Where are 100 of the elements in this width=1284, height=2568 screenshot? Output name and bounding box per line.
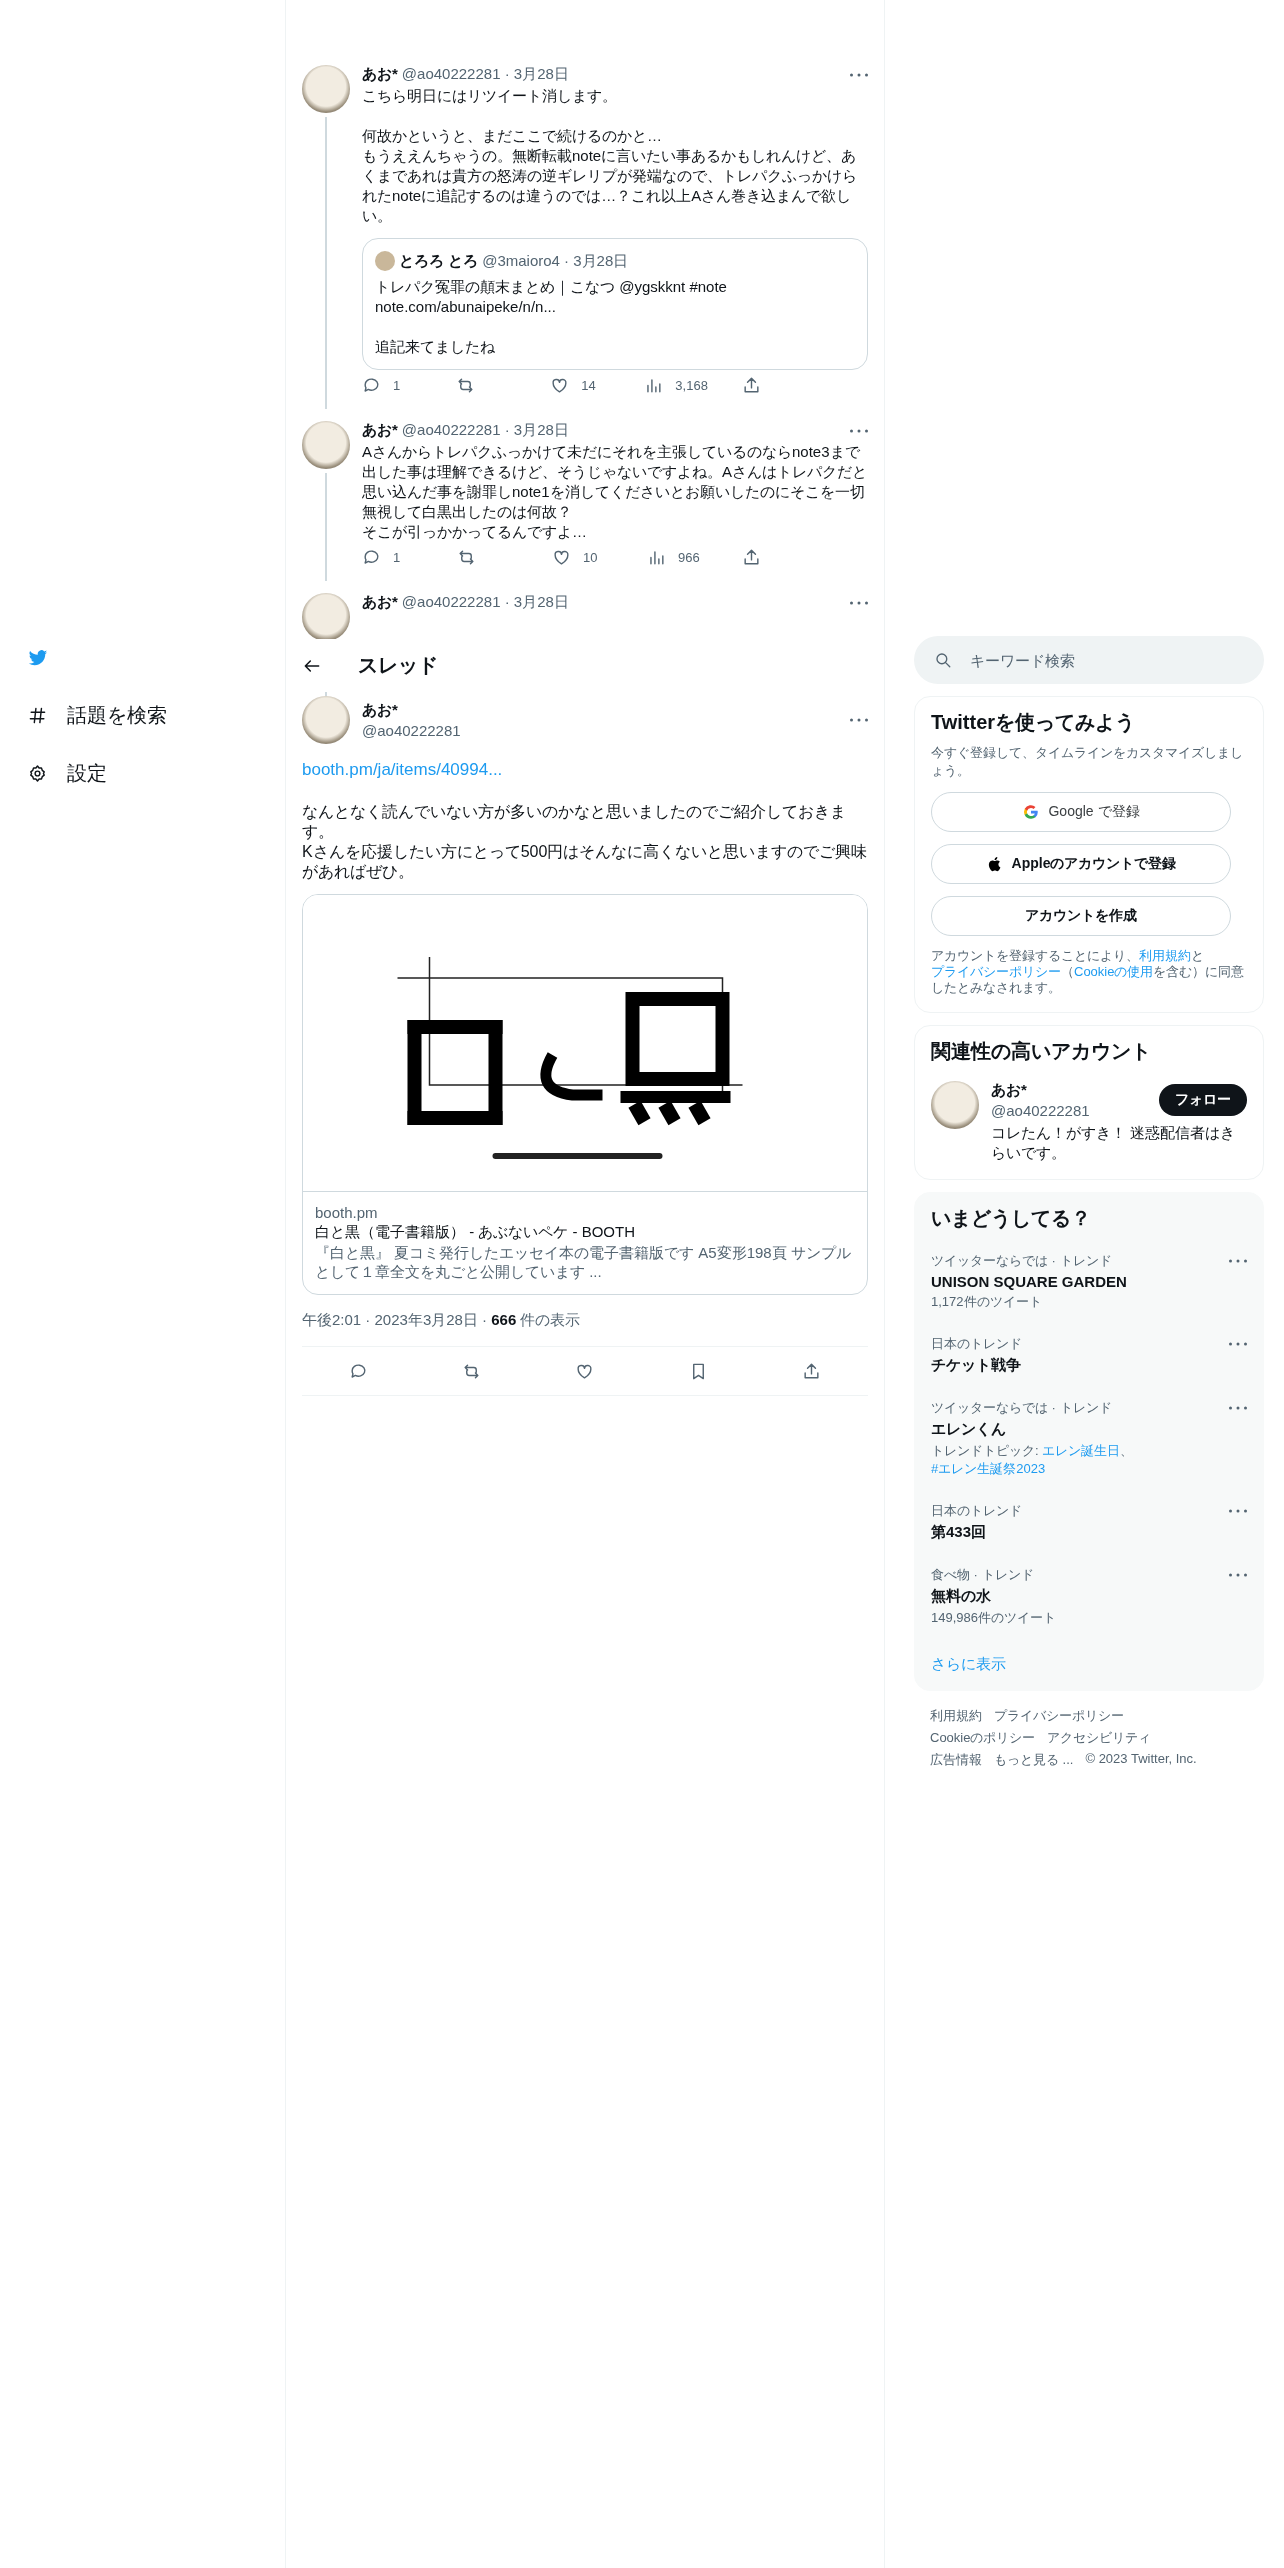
- follow-button[interactable]: フォロー: [1159, 1084, 1247, 1116]
- avatar[interactable]: [931, 1081, 979, 1129]
- trend-name[interactable]: UNISON SQUARE GARDEN: [931, 1273, 1221, 1290]
- retweet-button[interactable]: [462, 1361, 482, 1381]
- trend-name[interactable]: エレンくん: [931, 1420, 1221, 1439]
- quoted-text: 追記来てましたね: [375, 337, 496, 357]
- tweet-text: そこが引っかかってるんですよ…: [362, 522, 588, 542]
- share-icon: [742, 376, 761, 395]
- user-name[interactable]: あお*: [362, 701, 461, 720]
- footer-link[interactable]: アクセシビリティ: [1047, 1729, 1152, 1747]
- footer-link[interactable]: プライバシーポリシー: [994, 1707, 1124, 1725]
- avatar[interactable]: [302, 696, 350, 744]
- tweet-text: なんとなく読んでいない方が多いのかなと思いましたのでご紹介しておきます。: [302, 802, 847, 842]
- handle-and-date: @3maioro4 · 3月28日: [482, 251, 629, 271]
- user-name[interactable]: あお*: [362, 65, 398, 84]
- more-icon[interactable]: [1229, 1341, 1247, 1347]
- quoted-tweet[interactable]: とろろ とろ @3maioro4 · 3月28日 トレパク冤罪の顛末まとめ｜こなつ @ygskknt #note note.com/abunaipeke/n/n... 追記来てましたね: [362, 238, 868, 370]
- reply-button[interactable]: 1: [362, 376, 422, 395]
- trend-context: 日本のトレンド: [931, 1335, 1023, 1353]
- heart-icon: [552, 548, 571, 567]
- more-icon[interactable]: [850, 71, 868, 78]
- more-icon[interactable]: [1229, 1258, 1247, 1264]
- bar-chart-icon: [647, 548, 666, 567]
- footer-link[interactable]: 広告情報: [930, 1751, 982, 1769]
- tweet-text: こちら明日にはリツイート消します。: [362, 86, 618, 106]
- search-field[interactable]: キーワード検索: [914, 636, 1264, 684]
- more-icon[interactable]: [850, 427, 868, 434]
- user-name: とろろ とろ: [399, 251, 479, 271]
- card-title: 白と黒（電子書籍版） - あぶないペケ - BOOTH: [315, 1223, 636, 1242]
- panel-subtitle: 今すぐ登録して、タイムラインをカスタマイズしましょう。: [931, 744, 1244, 780]
- tweet-count: 1,172件のツイート: [931, 1293, 1043, 1311]
- nav-item[interactable]: 設定: [28, 744, 107, 802]
- avatar[interactable]: [302, 593, 350, 639]
- trend-context: 日本のトレンド: [931, 1502, 1023, 1520]
- user-name[interactable]: あお*: [362, 593, 398, 612]
- views-button[interactable]: 3,168: [644, 376, 708, 395]
- search-icon: [934, 651, 952, 669]
- bar-chart-icon: [644, 376, 664, 395]
- handle-and-date: @ao40222281 · 3月28日: [401, 421, 569, 440]
- handle-and-date: @ao40222281 · 3月28日: [401, 65, 569, 84]
- views-button[interactable]: 966: [647, 548, 707, 567]
- link-card[interactable]: booth.pm 白と黒（電子書籍版） - あぶないペケ - BOOTH 『白と黒』 夏コミ発行したエッセイ本の電子書籍版です A5変形198頁 サンプルとして１章全文を丸ごと公開しています ...: [302, 894, 868, 1295]
- card-description: 『白と黒』 夏コミ発行したエッセイ本の電子書籍版です A5変形198頁 サンプルとして１章全文を丸ごと公開しています ...: [315, 1244, 852, 1282]
- panel-title: いまどうしてる？: [931, 1206, 1092, 1231]
- nav-item[interactable]: 話題を検索: [28, 686, 167, 744]
- trend-name[interactable]: チケット戦争: [931, 1356, 1221, 1375]
- avatar: [375, 251, 395, 271]
- tweet-text: Aさんからトレパクふっかけて未だにそれを主張しているのならnote3まで出した事は理解できるけど、そうじゃないですよね。Aさんはトレパクだと思い込んだ事を謝罪しnote1を消してくださいとお願いしたのにそこを一切無視して白黒出したのは何故？: [362, 442, 868, 522]
- retweet-icon: [462, 1361, 482, 1381]
- bird-logo-icon[interactable]: [28, 648, 48, 668]
- footer-link[interactable]: © 2023 Twitter, Inc.: [1085, 1751, 1197, 1769]
- more-icon[interactable]: [850, 717, 868, 723]
- more-icon[interactable]: [1229, 1405, 1247, 1411]
- trend-name[interactable]: 第433回: [931, 1523, 1221, 1542]
- more-icon[interactable]: [850, 599, 868, 606]
- user-bio: コレたん！がすき！ 迷惑配信者はきらいです。: [991, 1123, 1237, 1163]
- footer-link[interactable]: 利用規約: [930, 1707, 982, 1725]
- legal-notice: アカウントを登録することにより、利用規約 と プライバシーポリシー（Cookieの使用を含む）に同意したとみなされます。: [931, 948, 1246, 996]
- like-button[interactable]: 14: [550, 376, 611, 395]
- tweet-count: 149,986件のツイート: [931, 1609, 1057, 1627]
- footer-link[interactable]: もっと見る ...: [994, 1751, 1074, 1769]
- trend-context: 食べ物 · トレンド: [931, 1566, 1035, 1584]
- trend-context: ツイッターならでは · トレンド: [931, 1399, 1113, 1417]
- share-button[interactable]: [801, 1361, 821, 1381]
- create-signup-button[interactable]: アカウントを作成: [931, 896, 1231, 936]
- page-title: スレッド: [358, 653, 438, 678]
- avatar[interactable]: [302, 65, 350, 113]
- tweet-timestamp: 午後2:01 · 2023年3月28日 · 666 件の表示: [302, 1311, 582, 1330]
- avatar[interactable]: [302, 421, 350, 469]
- trend-name[interactable]: 無料の水: [931, 1587, 1221, 1606]
- more-icon[interactable]: [1229, 1508, 1247, 1514]
- more-icon[interactable]: [1229, 1572, 1247, 1578]
- user-name[interactable]: あお*: [362, 421, 398, 440]
- tweet-text: 何故かというと、まだここで続けるのかと…: [362, 126, 663, 146]
- quoted-text: トレパク冤罪の顛末まとめ｜こなつ @ygskknt #note: [375, 277, 728, 297]
- share-icon: [742, 548, 761, 567]
- panel-title: 関連性の高いアカウント: [931, 1039, 1152, 1064]
- user-name[interactable]: あお*: [991, 1081, 1090, 1100]
- panel-title: Twitterを使ってみよう: [931, 710, 1137, 735]
- tweet-text: もうええんちゃうの。無断転載noteに言いたい事あるかもしれんけど、あくまであれは貴方の怒涛の逆ギレリプが発端なので、トレパクふっかけられたnoteに追記するのは違うのでは…？これ以上Aさん巻き込まんで欲しい。: [362, 146, 858, 226]
- user-handle: @ao40222281: [991, 1102, 1090, 1119]
- google-g-icon: [1022, 803, 1041, 821]
- google-signup-button[interactable]: Google で登録: [931, 792, 1231, 832]
- retweet-icon: [456, 376, 476, 395]
- settings-icon: [28, 763, 47, 783]
- quoted-text: note.com/abunaipeke/n/n...: [375, 297, 557, 317]
- footer-link[interactable]: Cookieのポリシー: [930, 1729, 1036, 1747]
- retweet-icon: [457, 548, 476, 567]
- hashtag-icon: [28, 705, 47, 725]
- speech-bubble-icon: [362, 376, 381, 395]
- card-domain: booth.pm: [315, 1204, 379, 1221]
- user-handle[interactable]: @ao40222281: [362, 722, 461, 739]
- tweet-text: Kさんを応援したい方にとって500円はそんなに高くないと思いますのでご興味があればぜひ。: [302, 842, 868, 882]
- like-button[interactable]: 10: [552, 548, 612, 567]
- reply-button[interactable]: 1: [362, 548, 422, 567]
- handle-and-date: @ao40222281 · 3月28日: [401, 593, 569, 612]
- trend-topics: トレンドトピック: エレン誕生日、 #エレン生誕祭2023: [931, 1442, 1135, 1478]
- trend-context: ツイッターならでは · トレンド: [931, 1252, 1113, 1270]
- apple-signup-button[interactable]: Appleのアカウントで登録: [931, 844, 1231, 884]
- speech-bubble-icon: [362, 548, 381, 567]
